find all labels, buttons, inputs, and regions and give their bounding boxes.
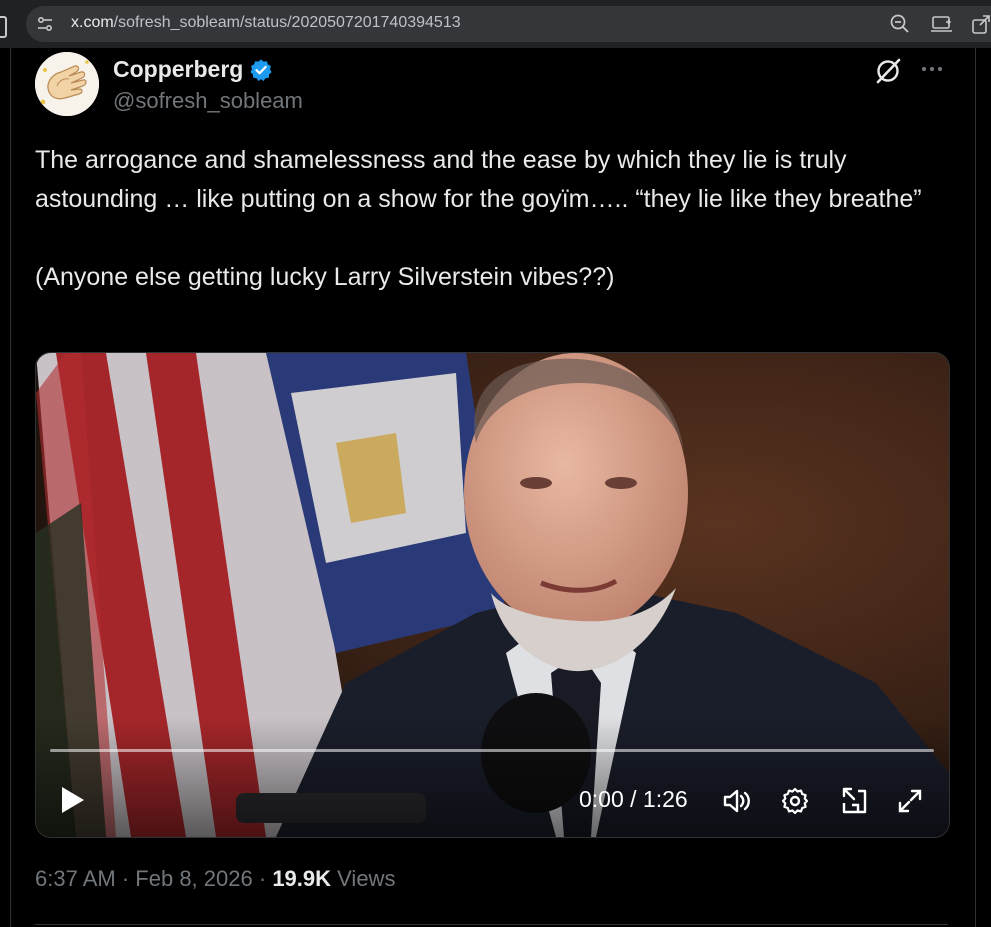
url-path: /sofresh_sobleam/status/2020507201740394…: [113, 14, 461, 31]
avatar[interactable]: [35, 52, 99, 116]
grok-icon[interactable]: [873, 56, 903, 86]
zoom-icon[interactable]: [889, 13, 911, 35]
progress-bar[interactable]: [50, 749, 934, 752]
browser-address-bar: x.com/sofresh_sobleam/status/20205072017…: [0, 0, 991, 48]
volume-icon[interactable]: [721, 785, 753, 817]
video-time: 0:00 / 1:26: [579, 786, 688, 812]
fullscreen-icon[interactable]: [894, 785, 926, 817]
url-host: x.com: [71, 14, 114, 31]
views-count[interactable]: 19.9K: [272, 866, 331, 891]
author-display-name[interactable]: Copperberg: [113, 56, 243, 83]
video-player[interactable]: 0:00 / 1:26: [35, 352, 950, 838]
tweet-date[interactable]: Feb 8, 2026: [135, 866, 252, 891]
clapping-hands-icon: [35, 52, 99, 116]
author-name-row[interactable]: Copperberg: [113, 56, 273, 83]
picture-in-picture-icon[interactable]: [838, 785, 870, 817]
sidebar-toggle-icon[interactable]: [0, 16, 7, 38]
verified-badge-icon: [250, 59, 272, 81]
more-options-icon[interactable]: [918, 58, 946, 82]
views-label: Views: [337, 866, 396, 891]
share-icon[interactable]: [970, 13, 991, 35]
meta-separator: ·: [258, 866, 267, 891]
meta-separator: ·: [121, 866, 130, 891]
tweet-metadata: 6:37 AM · Feb 8, 2026 · 19.9K Views: [35, 866, 395, 892]
divider: [35, 924, 948, 925]
play-icon[interactable]: [60, 785, 86, 815]
settings-gear-icon[interactable]: [779, 785, 811, 817]
url-text[interactable]: x.com/sofresh_sobleam/status/20205072017…: [71, 14, 461, 32]
author-handle[interactable]: @sofresh_sobleam: [113, 88, 303, 114]
tweet-time[interactable]: 6:37 AM: [35, 866, 116, 891]
controls-scrim: [36, 717, 949, 837]
install-app-icon[interactable]: [931, 13, 953, 35]
tweet-text: The arrogance and shamelessness and the …: [35, 146, 922, 291]
site-info-icon[interactable]: [36, 15, 54, 33]
